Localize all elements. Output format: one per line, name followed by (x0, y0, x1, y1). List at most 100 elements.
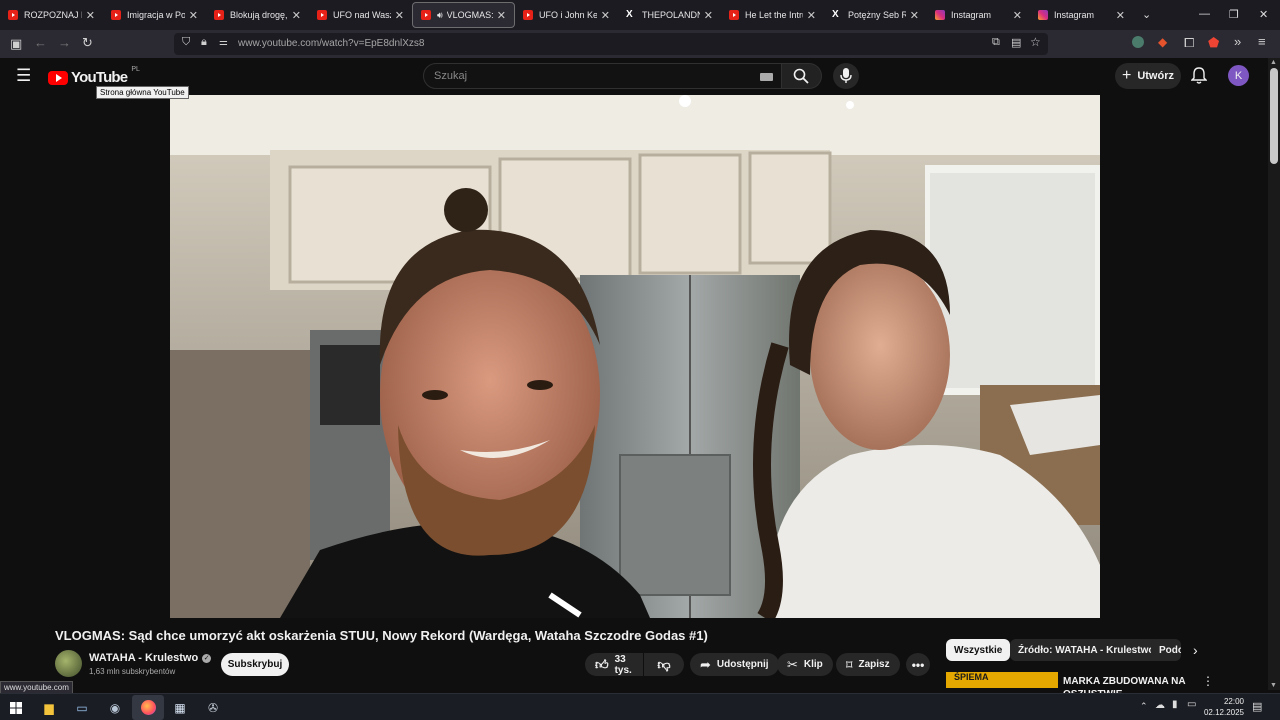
reload-icon[interactable]: ↻ (82, 35, 93, 51)
browser-tab-title: VLOGMAS: Są (446, 10, 493, 20)
video-player[interactable] (170, 95, 1100, 618)
voice-search-button[interactable] (833, 63, 859, 89)
shield-icon[interactable]: ⛉ (182, 36, 190, 49)
extensions-puzzle-icon[interactable]: ⧠ (1184, 35, 1194, 51)
channel-name[interactable]: WATAHA - Krulestwo (89, 652, 198, 664)
permissions-icon[interactable]: ⚌ (219, 37, 228, 48)
plus-icon: + (1121, 67, 1132, 84)
youtube-icon (421, 10, 431, 20)
browser-tab-strip: ROZPOZNAJ KOLE✕Imigracja w Polsce✕Blokuj… (0, 0, 1280, 30)
windows-start-icon[interactable] (6, 698, 26, 718)
save-button[interactable]: ⌑ Zapisz (836, 653, 900, 676)
tab-close-icon[interactable]: ✕ (807, 9, 816, 22)
search-input[interactable]: Szukaj (423, 63, 782, 89)
subscribe-button[interactable]: Subskrybuj (221, 653, 289, 676)
browser-tab[interactable]: Instagram ✕ (1030, 2, 1133, 28)
snipping-tool-icon[interactable]: ✇ (203, 698, 223, 718)
tab-close-icon[interactable]: ✕ (86, 9, 95, 22)
search-button[interactable] (782, 63, 822, 89)
browser-tab[interactable]: X Potężny Seb Ross ✕ (824, 2, 927, 28)
tab-audio-playing-icon[interactable]: 🔊︎ (437, 10, 443, 21)
tab-close-icon[interactable]: ✕ (292, 9, 301, 22)
video-frame (170, 95, 1100, 618)
chip-source-channel[interactable]: Źródło: WATAHA - Krulestwo (1010, 639, 1163, 661)
x-icon: X (832, 9, 839, 20)
channel-avatar[interactable] (55, 650, 82, 677)
picture-in-picture-icon[interactable]: ⧉ (992, 36, 1000, 49)
back-icon[interactable]: ← (34, 35, 47, 50)
page-scrollbar-thumb[interactable] (1270, 68, 1278, 164)
address-bar[interactable]: ⛉ 🔒︎ ⚌ www.youtube.com/watch?v=EpE8dnlXz… (174, 33, 1048, 55)
fox-extension-icon[interactable]: ◆ (1158, 35, 1167, 49)
keyboard-icon[interactable] (760, 73, 773, 81)
youtube-logo[interactable]: YouTube PL (48, 66, 140, 86)
overflow-chevron-icon[interactable]: » (1234, 34, 1241, 49)
minimize-icon[interactable]: — (1199, 8, 1210, 20)
tab-close-icon[interactable]: ✕ (601, 9, 610, 22)
more-actions-button[interactable]: ••• (906, 653, 930, 676)
chips-next-chevron-icon[interactable]: › (1193, 642, 1198, 658)
browser-tab[interactable]: 🔊︎VLOGMAS: Są ✕ (412, 2, 515, 28)
region-code: PL (131, 66, 140, 73)
network-icon[interactable]: ▭ (1187, 699, 1196, 710)
tab-close-icon[interactable]: ✕ (704, 9, 713, 22)
browser-tab[interactable]: Imigracja w Polsce ✕ (103, 2, 206, 28)
instagram-icon (1038, 10, 1048, 20)
tab-close-icon[interactable]: ✕ (1013, 9, 1022, 22)
microphone-tray-icon[interactable]: ▮ (1172, 699, 1178, 710)
sidebar-toggle-icon[interactable]: ▣ (10, 36, 22, 52)
file-explorer-icon[interactable]: ▆ (39, 698, 59, 718)
browser-tab[interactable]: Blokują drogę, zm ✕ (206, 2, 309, 28)
chip-all[interactable]: Wszystkie (946, 639, 1011, 661)
tab-close-icon[interactable]: ✕ (497, 9, 506, 22)
clip-button[interactable]: ✂ Klip (777, 653, 833, 676)
chip-related[interactable]: Podo (1151, 639, 1181, 661)
account-avatar[interactable]: K (1228, 65, 1249, 86)
scroll-down-icon[interactable]: ▼ (1270, 682, 1277, 689)
browser-tab[interactable]: ROZPOZNAJ KOLE ✕ (0, 2, 103, 28)
maximize-icon[interactable]: ❐ (1229, 8, 1239, 21)
menu-hamburger-icon[interactable]: ≡ (1258, 34, 1266, 49)
tray-overflow-chevron-icon[interactable]: ⌃ (1140, 701, 1148, 712)
vpn-extension-icon[interactable] (1132, 36, 1144, 48)
notifications-bell-icon[interactable] (1191, 67, 1207, 85)
recommendation-menu-icon[interactable]: ⋮ (1202, 674, 1214, 688)
calculator-icon[interactable]: ▦ (170, 698, 190, 718)
onedrive-cloud-icon[interactable]: ☁ (1155, 700, 1165, 711)
browser-tab[interactable]: X THEPOLANDNEWS ✕ (618, 2, 721, 28)
tab-close-icon[interactable]: ✕ (189, 9, 198, 22)
steam-icon[interactable]: ◉ (105, 698, 125, 718)
create-button[interactable]: + Utwórz (1115, 63, 1181, 89)
browser-tab-title: Instagram (951, 10, 992, 20)
monitor-app-icon[interactable]: ▭ (72, 698, 92, 718)
tab-close-icon[interactable]: ✕ (910, 9, 919, 22)
taskbar-clock[interactable]: 22:00 02.12.2025 (1200, 696, 1244, 718)
browser-tab[interactable]: Instagram ✕ (927, 2, 1030, 28)
tab-list-chevron-icon[interactable]: ⌄ (1142, 8, 1151, 21)
recommendation-thumbnail[interactable]: ŚPIEMA (946, 672, 1058, 688)
close-window-icon[interactable]: ✕ (1259, 8, 1268, 21)
bookmark-star-icon[interactable]: ☆ (1030, 35, 1041, 49)
microphone-icon (840, 68, 852, 83)
reader-view-icon[interactable]: ▤ (1011, 36, 1021, 49)
clock-time: 22:00 (1223, 697, 1244, 706)
dislike-button[interactable]: 👎︎ (644, 653, 684, 676)
forward-icon[interactable]: → (58, 35, 71, 50)
logo-tooltip: Strona główna YouTube (96, 86, 189, 99)
browser-tab-title: Imigracja w Polsce (127, 10, 185, 20)
browser-tab[interactable]: UFO nad Waszyng ✕ (309, 2, 412, 28)
like-button[interactable]: 👍︎ 33 tys. (585, 653, 643, 676)
notification-center-icon[interactable]: ▤ (1252, 700, 1262, 713)
ublock-icon[interactable]: ⬟ (1208, 35, 1219, 51)
browser-tab-title: UFO i John Kenne (539, 10, 597, 20)
tab-close-icon[interactable]: ✕ (1116, 9, 1125, 22)
share-button[interactable]: ➦ Udostępnij (690, 653, 779, 676)
firefox-taskbar-button[interactable] (132, 695, 164, 720)
browser-tab[interactable]: He Let the Intrusi ✕ (721, 2, 824, 28)
lock-icon[interactable]: 🔒︎ (201, 36, 207, 49)
scroll-up-icon[interactable]: ▲ (1270, 59, 1277, 66)
browser-tab[interactable]: UFO i John Kenne ✕ (515, 2, 618, 28)
guide-menu-icon[interactable]: ☰ (16, 66, 31, 86)
tab-close-icon[interactable]: ✕ (395, 9, 404, 22)
instagram-icon (935, 10, 945, 20)
